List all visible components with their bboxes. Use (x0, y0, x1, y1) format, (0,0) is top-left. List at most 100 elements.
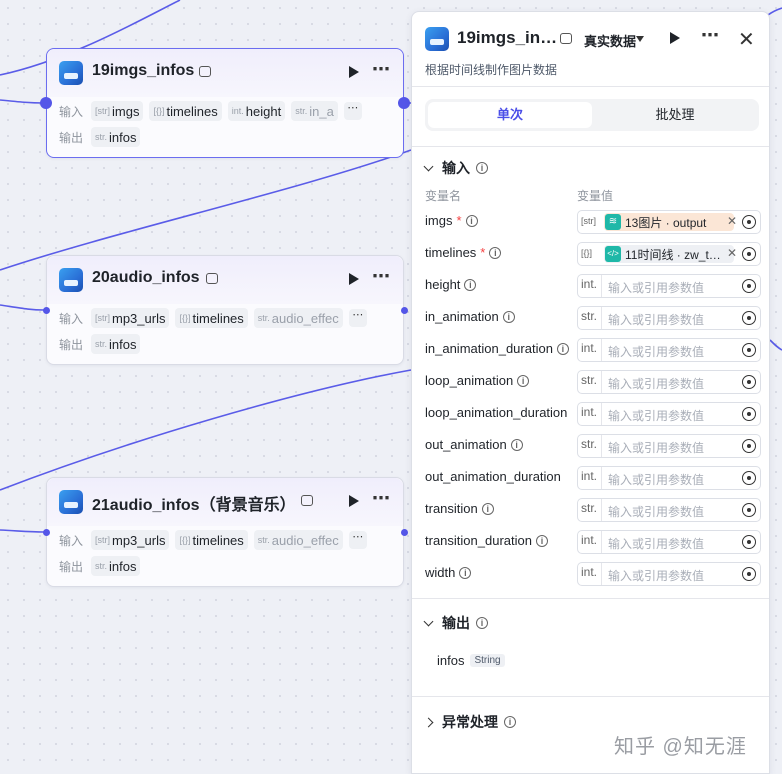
node-20audio-infos[interactable]: 20audio_infos ⋯ 输入 [str] mp3_urls [{}] tim… (46, 255, 404, 365)
test-icon[interactable] (199, 66, 211, 77)
node-header: 21audio_infos（背景音乐） ⋯ (47, 478, 403, 526)
reference-picker-icon[interactable] (742, 247, 756, 261)
more-icon[interactable]: ⋯ (372, 488, 391, 509)
info-icon[interactable]: i (476, 617, 488, 629)
param-value-field[interactable]: [str] ≋ 13图片 · output ✕ (577, 210, 761, 234)
run-node-button[interactable] (349, 495, 359, 507)
param-value-field[interactable]: str. 输入或引用参数值 (577, 434, 761, 458)
input-port[interactable] (40, 97, 52, 109)
reference-picker-icon[interactable] (742, 407, 756, 421)
tab-batch[interactable]: 批处理 (595, 102, 755, 128)
input-port[interactable] (43, 307, 50, 314)
chevron-down-icon[interactable] (423, 161, 434, 171)
output-port[interactable] (401, 529, 408, 536)
reference-chip[interactable]: </> 11时间线 · zw_t… (604, 245, 734, 263)
param-row-loop-animation: loop_animation i str. 输入或引用参数值 (425, 370, 761, 394)
node-21audio-infos-bgm[interactable]: 21audio_infos（背景音乐） ⋯ 输入 [str] mp3_urls [… (46, 477, 404, 587)
caret-down-icon[interactable] (636, 36, 644, 42)
test-icon[interactable] (560, 33, 572, 44)
error-handling-section-header[interactable]: 异常处理 i (423, 712, 516, 732)
placeholder-text: 输入或引用参数值 (608, 377, 705, 391)
test-icon[interactable] (206, 273, 218, 284)
type-badge: int. (581, 277, 598, 291)
input-section-header[interactable]: 输入 i (423, 158, 488, 178)
param-value-field[interactable]: str. 输入或引用参数值 (577, 498, 761, 522)
node-outputs-row: 输出 str. infos (59, 127, 141, 147)
run-mode-tabs: 单次 批处理 (425, 99, 759, 131)
param-value-field[interactable]: int. 输入或引用参数值 (577, 338, 761, 362)
param-value-field[interactable]: str. 输入或引用参数值 (577, 370, 761, 394)
reference-picker-icon[interactable] (742, 343, 756, 357)
panel-title[interactable]: 19imgs_in… (457, 28, 557, 48)
reference-picker-icon[interactable] (742, 503, 756, 517)
run-node-button[interactable] (349, 273, 359, 285)
type-badge: str. (581, 309, 598, 323)
info-icon[interactable]: i (476, 162, 488, 174)
param-name: loop_animation_duration (425, 405, 568, 420)
reference-picker-icon[interactable] (742, 439, 756, 453)
input-tag-audio-effect: str. audio_effec (253, 308, 343, 328)
param-value-field[interactable]: int. 输入或引用参数值 (577, 562, 761, 586)
chevron-right-icon[interactable] (423, 717, 434, 727)
output-section-header[interactable]: 输出 i (423, 613, 488, 633)
more-icon[interactable]: ⋯ (701, 25, 719, 46)
more-icon[interactable]: ⋯ (372, 266, 391, 287)
reference-picker-icon[interactable] (742, 567, 756, 581)
more-inputs-icon[interactable]: ⋯ (348, 531, 367, 549)
output-port[interactable] (401, 307, 408, 314)
param-row-out-animation-duration: out_animation_duration int. 输入或引用参数值 (425, 466, 761, 490)
run-button[interactable] (670, 32, 680, 44)
param-value-field[interactable]: [{}] </> 11时间线 · zw_t… ✕ (577, 242, 761, 266)
input-port[interactable] (43, 529, 50, 536)
param-value-field[interactable]: int. 输入或引用参数值 (577, 274, 761, 298)
info-icon[interactable]: i (459, 566, 472, 579)
reference-picker-icon[interactable] (742, 471, 756, 485)
param-value-field[interactable]: str. 输入或引用参数值 (577, 306, 761, 330)
info-icon[interactable]: i (510, 438, 523, 451)
param-name: in_animation_duration i (425, 341, 569, 356)
reference-picker-icon[interactable] (742, 279, 756, 293)
reference-chip[interactable]: ≋ 13图片 · output (604, 213, 734, 231)
info-icon[interactable]: i (489, 246, 502, 259)
info-icon[interactable]: i (502, 310, 515, 323)
info-icon[interactable]: i (481, 502, 494, 515)
data-mode-select[interactable]: 真实数据 (584, 31, 636, 50)
param-name: height i (425, 277, 477, 292)
node-config-panel: 19imgs_in… 真实数据 ⋯ ✕ 根据时间线制作图片数据 单次 批处理 输… (411, 11, 770, 774)
test-icon[interactable] (301, 495, 313, 506)
more-inputs-icon[interactable]: ⋯ (348, 309, 367, 327)
more-inputs-icon[interactable]: ⋯ (343, 102, 362, 120)
output-type-badge: String (470, 654, 505, 667)
reference-picker-icon[interactable] (742, 215, 756, 229)
reference-picker-icon[interactable] (742, 535, 756, 549)
reference-picker-icon[interactable] (742, 311, 756, 325)
info-icon[interactable]: i (556, 342, 569, 355)
chevron-down-icon[interactable] (423, 616, 434, 626)
more-icon[interactable]: ⋯ (372, 59, 391, 80)
output-port[interactable] (398, 97, 410, 109)
node-19imgs-infos[interactable]: 19imgs_infos ⋯ 输入 [str] imgs [{}] timeline… (46, 48, 404, 158)
run-node-button[interactable] (349, 66, 359, 78)
info-icon[interactable]: i (517, 374, 530, 387)
info-icon[interactable]: i (464, 278, 477, 291)
param-row-width: width i int. 输入或引用参数值 (425, 562, 761, 586)
reference-picker-icon[interactable] (742, 375, 756, 389)
node-title: 19imgs_infos (92, 62, 195, 79)
wire (767, 7, 782, 16)
info-icon[interactable]: i (504, 716, 516, 728)
param-value-field[interactable]: int. 输入或引用参数值 (577, 402, 761, 426)
placeholder-text: 输入或引用参数值 (608, 537, 705, 551)
remove-reference-icon[interactable]: ✕ (727, 246, 737, 260)
info-icon[interactable]: i (535, 534, 548, 547)
output-label: 输出 (59, 337, 84, 352)
param-value-field[interactable]: int. 输入或引用参数值 (577, 530, 761, 554)
param-value-field[interactable]: int. 输入或引用参数值 (577, 466, 761, 490)
info-icon[interactable]: i (465, 214, 478, 227)
type-badge: str. (581, 373, 598, 387)
wire (0, 369, 412, 491)
tab-single[interactable]: 单次 (428, 102, 592, 128)
param-name: transition_duration i (425, 533, 548, 548)
remove-reference-icon[interactable]: ✕ (727, 214, 737, 228)
watermark: 知乎 @知无涯 (614, 736, 747, 758)
close-icon[interactable]: ✕ (738, 27, 755, 52)
